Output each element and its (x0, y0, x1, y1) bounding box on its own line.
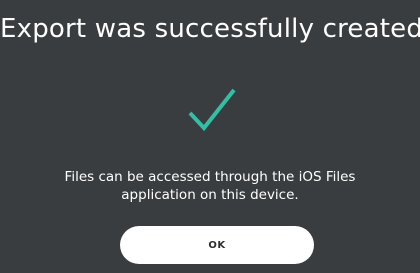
dialog-title: Export was successfully created. (0, 14, 420, 44)
message-line-2: application on this device. (121, 187, 299, 203)
ok-button[interactable]: OK (120, 226, 314, 264)
message-line-1: Files can be accessed through the iOS Fi… (64, 169, 356, 185)
dialog-message: Files can be accessed through the iOS Fi… (0, 168, 420, 204)
checkmark-icon (188, 88, 236, 132)
export-success-dialog: Export was successfully created. Files c… (0, 0, 420, 273)
